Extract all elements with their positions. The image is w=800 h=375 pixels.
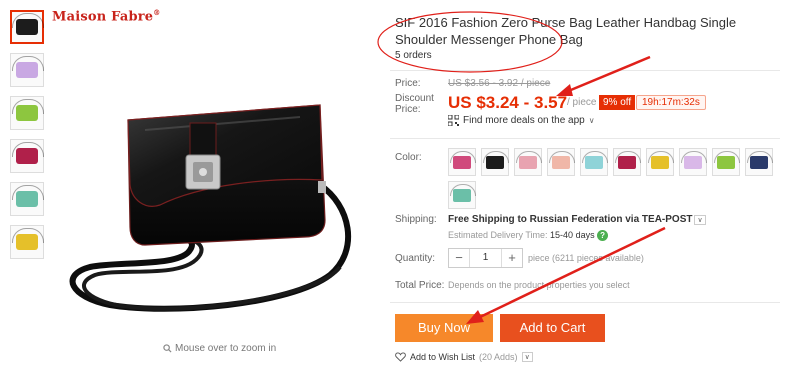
product-thumbnail[interactable] bbox=[10, 10, 44, 44]
color-swatches bbox=[448, 148, 778, 209]
total-price-label: Total Price: bbox=[395, 280, 445, 291]
app-deals-link[interactable]: Find more deals on the app ∨ bbox=[448, 115, 595, 126]
bag-swatch-image bbox=[450, 183, 476, 202]
bag-thumbnail-image bbox=[12, 142, 44, 164]
product-thumbnail[interactable] bbox=[10, 182, 44, 216]
thumbnail-list bbox=[10, 10, 46, 268]
bag-swatch-image bbox=[516, 150, 542, 169]
bag-thumbnail-image bbox=[12, 13, 44, 35]
add-to-cart-button[interactable]: Add to Cart bbox=[500, 314, 605, 342]
bag-swatch-image bbox=[747, 150, 773, 169]
help-icon[interactable]: ? bbox=[597, 230, 609, 241]
bag-thumbnail-image bbox=[12, 99, 44, 121]
color-swatch[interactable] bbox=[646, 148, 674, 176]
color-swatch[interactable] bbox=[481, 148, 509, 176]
bag-swatch-image bbox=[714, 150, 740, 169]
discount-label: Discount bbox=[395, 93, 434, 104]
quantity-label: Quantity: bbox=[395, 253, 436, 264]
quantity-decrease-button[interactable]: − bbox=[449, 249, 469, 267]
chevron-down-icon: ∨ bbox=[694, 215, 706, 225]
color-swatch[interactable] bbox=[580, 148, 608, 176]
color-swatch[interactable] bbox=[745, 148, 773, 176]
color-swatch[interactable] bbox=[613, 148, 641, 176]
color-swatch[interactable] bbox=[448, 181, 476, 209]
color-swatch[interactable] bbox=[712, 148, 740, 176]
stock-available: piece (6211 pieces available) bbox=[528, 253, 644, 263]
bag-swatch-image bbox=[549, 150, 575, 169]
bag-swatch-image bbox=[615, 150, 641, 169]
main-product-image[interactable] bbox=[50, 5, 370, 355]
chevron-down-icon: ∨ bbox=[521, 352, 533, 362]
quantity-stepper: − 1 + bbox=[448, 248, 523, 268]
color-swatch[interactable] bbox=[514, 148, 542, 176]
original-price: US $3.56 - 3.92 / piece bbox=[448, 78, 551, 89]
bag-thumbnail-image bbox=[12, 228, 44, 250]
bag-thumbnail-image bbox=[12, 56, 44, 78]
quantity-increase-button[interactable]: + bbox=[502, 249, 522, 267]
color-swatch[interactable] bbox=[448, 148, 476, 176]
product-thumbnail[interactable] bbox=[10, 225, 44, 259]
price-label: Price: bbox=[395, 78, 421, 89]
shipping-method-select[interactable]: Free Shipping to Russian Federation via … bbox=[448, 214, 706, 225]
product-thumbnail[interactable] bbox=[10, 96, 44, 130]
total-price-note: Depends on the product properties you se… bbox=[448, 280, 630, 290]
color-label: Color: bbox=[395, 152, 422, 163]
qr-code-icon bbox=[448, 115, 459, 126]
add-to-wishlist-link[interactable]: Add to Wish List (20 Adds) ∨ bbox=[395, 352, 533, 362]
bag-thumbnail-image bbox=[12, 185, 44, 207]
order-count: 5 orders bbox=[395, 50, 432, 61]
chevron-down-icon: ∨ bbox=[588, 116, 595, 125]
color-swatch[interactable] bbox=[547, 148, 575, 176]
annotation-arrow-buy bbox=[477, 226, 666, 320]
discount-label-2: Price: bbox=[395, 104, 421, 115]
discount-price: US $3.24 - 3.57 bbox=[448, 93, 568, 112]
discount-badge: 9% off bbox=[599, 95, 636, 110]
color-swatch[interactable] bbox=[679, 148, 707, 176]
product-title: SIF 2016 Fashion Zero Purse Bag Leather … bbox=[395, 15, 737, 47]
heart-icon bbox=[395, 352, 406, 362]
divider bbox=[390, 70, 780, 71]
quantity-input[interactable]: 1 bbox=[469, 249, 502, 267]
buy-now-button[interactable]: Buy Now bbox=[395, 314, 493, 342]
delivery-time: Estimated Delivery Time: 15-40 days ? bbox=[448, 230, 609, 241]
bag-swatch-image bbox=[483, 150, 509, 169]
magnifier-icon bbox=[163, 344, 172, 353]
bag-swatch-image bbox=[681, 150, 707, 169]
annotation-arrow-price bbox=[565, 55, 651, 94]
bag-swatch-image bbox=[450, 150, 476, 169]
zoom-hint: Mouse over to zoom in bbox=[163, 343, 276, 354]
countdown-timer: 19h:17m:32s bbox=[636, 95, 706, 110]
bag-swatch-image bbox=[582, 150, 608, 169]
divider bbox=[390, 302, 780, 303]
product-thumbnail[interactable] bbox=[10, 139, 44, 173]
divider bbox=[390, 138, 780, 139]
price-unit: / piece bbox=[567, 97, 597, 108]
brand-logo: Maison Fabre® bbox=[52, 8, 161, 25]
shipping-label: Shipping: bbox=[395, 214, 437, 225]
bag-swatch-image bbox=[648, 150, 674, 169]
product-thumbnail[interactable] bbox=[10, 53, 44, 87]
